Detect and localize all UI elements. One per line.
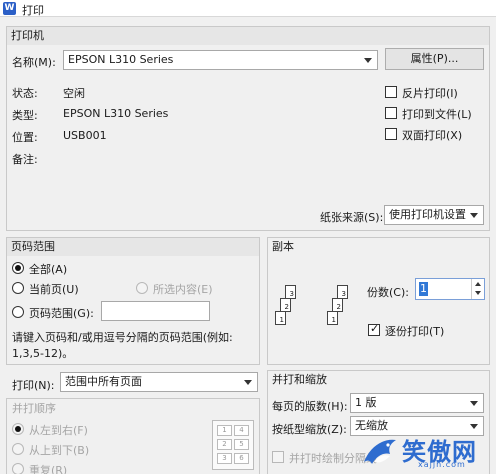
properties-button[interactable]: 属性(P)... xyxy=(385,48,484,70)
printer-name-select[interactable]: EPSON L310 Series xyxy=(63,50,378,70)
order-top-to-bottom-label: 从上到下(B) xyxy=(29,444,90,457)
draw-borders-checkbox[interactable] xyxy=(272,451,284,463)
title-bar xyxy=(0,0,496,17)
order-top-to-bottom-radio[interactable] xyxy=(12,443,24,455)
order-left-to-right-radio[interactable] xyxy=(12,423,24,435)
merge-order-title: 并打顺序 xyxy=(12,402,56,415)
pages-per-sheet-select[interactable]: 1 版 xyxy=(350,393,484,413)
arrow-up-icon xyxy=(475,282,481,286)
range-selection-radio[interactable] xyxy=(136,282,148,294)
range-all-radio[interactable] xyxy=(12,262,24,274)
status-label: 状态: xyxy=(12,87,38,100)
reverse-print-label: 反片打印(I) xyxy=(402,87,458,100)
copies-count-label: 份数(C): xyxy=(367,286,409,299)
type-value: EPSON L310 Series xyxy=(63,107,169,120)
range-pages-label: 页码范围(G): xyxy=(29,307,94,320)
thumb-cell-2: 2 xyxy=(217,439,232,450)
chevron-down-icon xyxy=(470,213,478,218)
scale-to-paper-value: 无缩放 xyxy=(355,419,388,432)
paper-source-value: 使用打印机设置 xyxy=(389,208,466,221)
order-repeat-radio[interactable] xyxy=(12,463,24,474)
copies-count-value: 1 xyxy=(419,282,428,296)
arrow-down-icon xyxy=(475,291,481,295)
page-stack-2-page-2: 2 xyxy=(332,298,343,312)
print-what-label: 打印(N): xyxy=(12,379,55,392)
thumb-cell-3: 3 xyxy=(217,453,232,464)
page-range-hint-line2: 1,3,5-12)。 xyxy=(12,347,74,360)
chevron-down-icon xyxy=(244,380,252,385)
duplex-print-checkbox[interactable] xyxy=(385,128,397,140)
location-label: 位置: xyxy=(12,131,38,144)
collate-label: 逐份打印(T) xyxy=(385,325,445,338)
range-pages-radio[interactable] xyxy=(12,306,24,318)
paper-source-label: 纸张来源(S): xyxy=(320,211,384,224)
thumb-cell-6: 6 xyxy=(234,453,249,464)
thumb-cell-5: 5 xyxy=(234,439,249,450)
page-stack-1-page-1: 1 xyxy=(275,311,286,325)
watermark-url: xajjn.com xyxy=(418,460,466,469)
page-range-input[interactable] xyxy=(101,301,210,321)
reverse-print-checkbox[interactable] xyxy=(385,86,397,98)
page-stack-1-page-3: 3 xyxy=(285,285,296,299)
print-what-value: 范围中所有页面 xyxy=(65,375,142,388)
page-stack-1-page-2: 2 xyxy=(280,298,291,312)
printer-name-value: EPSON L310 Series xyxy=(68,53,174,66)
range-selection-label: 所选内容(E) xyxy=(153,283,213,296)
paper-source-select[interactable]: 使用打印机设置 xyxy=(384,205,484,225)
range-all-label: 全部(A) xyxy=(29,263,68,276)
printer-section-title: 打印机 xyxy=(7,27,489,45)
printer-name-label: 名称(M): xyxy=(12,56,56,69)
window-title: 打印 xyxy=(22,4,44,17)
copies-count-spinner[interactable]: 1 xyxy=(415,278,485,300)
type-label: 类型: xyxy=(12,109,38,122)
thumb-cell-4: 4 xyxy=(234,425,249,436)
thumb-cell-1: 1 xyxy=(217,425,232,436)
status-value: 空闲 xyxy=(63,87,85,100)
wps-app-icon: W xyxy=(3,2,16,15)
print-to-file-checkbox[interactable] xyxy=(385,107,397,119)
order-repeat-label: 重复(R) xyxy=(29,464,68,474)
range-current-page-radio[interactable] xyxy=(12,282,24,294)
comment-label: 备注: xyxy=(12,153,38,166)
page-range-hint-line1: 请键入页码和/或用逗号分隔的页码范围(例如: xyxy=(12,331,233,344)
scale-to-paper-label: 按纸型缩放(Z): xyxy=(272,423,347,436)
print-what-select[interactable]: 范围中所有页面 xyxy=(60,372,258,392)
chevron-down-icon xyxy=(470,401,478,406)
spinner-buttons[interactable] xyxy=(471,279,484,299)
shark-logo-icon xyxy=(364,439,396,464)
pages-per-sheet-value: 1 版 xyxy=(355,396,377,409)
page-stack-2-page-3: 3 xyxy=(337,285,348,299)
order-left-to-right-label: 从左到右(F) xyxy=(29,424,88,437)
duplex-print-label: 双面打印(X) xyxy=(402,129,463,142)
copies-title: 副本 xyxy=(268,238,489,256)
zoom-title: 并打和缩放 xyxy=(268,371,489,389)
range-current-page-label: 当前页(U) xyxy=(29,283,79,296)
page-stack-2-page-1: 1 xyxy=(327,311,338,325)
collate-checkbox[interactable] xyxy=(368,322,380,336)
chevron-down-icon xyxy=(364,58,372,63)
chevron-down-icon xyxy=(470,424,478,429)
location-value: USB001 xyxy=(63,129,107,142)
copies-section xyxy=(267,237,490,365)
pages-per-sheet-label: 每页的版数(H): xyxy=(272,400,348,413)
print-to-file-label: 打印到文件(L) xyxy=(402,108,472,121)
page-range-title: 页码范围 xyxy=(7,238,259,256)
